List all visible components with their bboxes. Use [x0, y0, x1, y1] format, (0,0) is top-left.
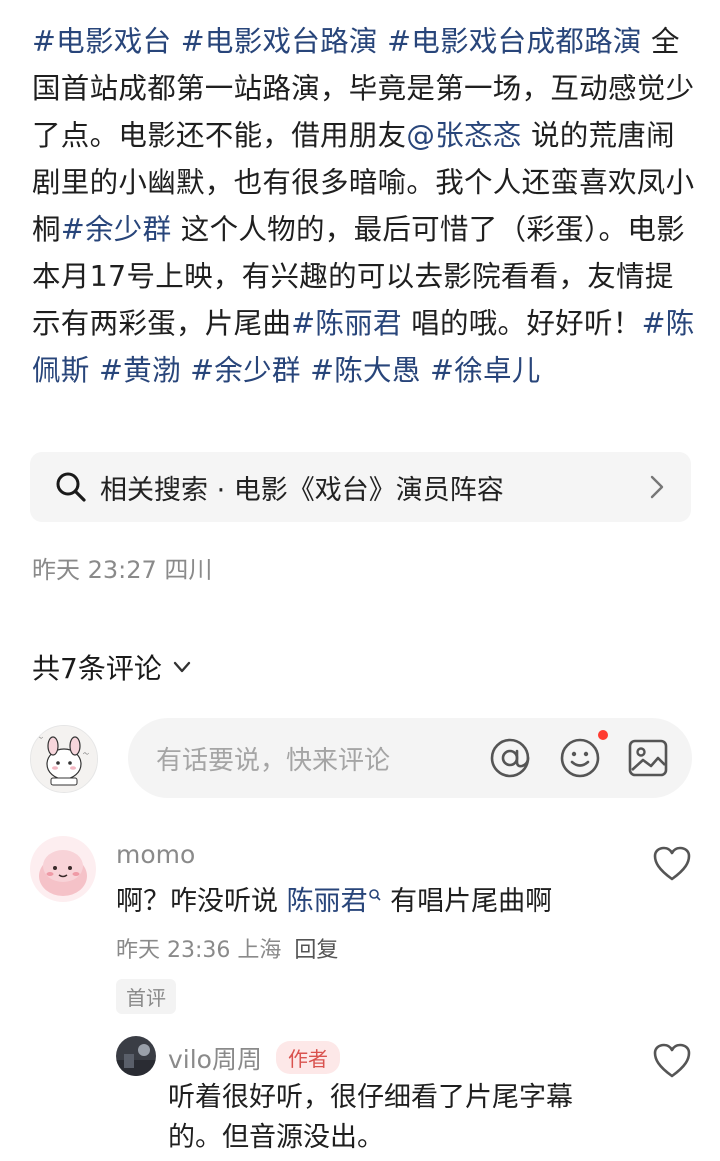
like-heart-icon[interactable] [652, 845, 692, 883]
hashtag-link[interactable]: #黄渤 [99, 354, 181, 387]
first-comment-badge: 首评 [116, 979, 176, 1014]
comment-input-placeholder: 有话要说，快来评论 [156, 746, 391, 776]
mention-link-chen-lijun[interactable]: 陈丽君 [287, 886, 368, 917]
chevron-down-icon [173, 661, 191, 673]
svg-text:～: ～ [83, 751, 89, 758]
related-search-card[interactable]: 相关搜索 · 电影《戏台》演员阵容 [30, 452, 691, 522]
related-search-label: 相关搜索 · 电影《戏台》演员阵容 [100, 474, 504, 506]
post-text [421, 354, 430, 387]
comment-input[interactable]: 有话要说，快来评论 [128, 718, 692, 798]
hashtag-link[interactable]: #余少群 [190, 354, 301, 387]
author-badge: 作者 [276, 1041, 340, 1074]
commenter-avatar-vilo[interactable] [116, 1036, 156, 1076]
comment-text: 啊？咋没听说 陈丽君 有唱片尾曲啊 [116, 882, 552, 922]
notification-dot [598, 730, 608, 740]
comment-time: 昨天 23:36 [116, 938, 231, 963]
reply-text: 听着很好听，很仔细看了片尾字幕 的。但音源没出。 [168, 1078, 573, 1158]
hashtag-link[interactable]: #电影戏台路演 [181, 25, 378, 58]
hashtag-link[interactable]: #徐卓儿 [430, 354, 541, 387]
current-user-avatar[interactable]: ～ ～ [30, 725, 98, 793]
post-meta: 昨天 23:27 四川 [32, 556, 213, 584]
post-body: #电影戏台 #电影戏台路演 #电影戏台成都路演 全国首站成都第一站路演，毕竟是第… [32, 18, 700, 394]
comment-text-suffix: 有唱片尾曲啊 [381, 886, 553, 917]
post-text [378, 25, 387, 58]
reply-text-line-2: 的。但音源没出。 [168, 1122, 384, 1153]
comment-meta: 昨天 23:36 上海 回复 [116, 932, 338, 964]
post-text: 唱的哦。好好听！ [401, 307, 642, 340]
reply-text-line-1: 听着很好听，很仔细看了片尾字幕 [168, 1082, 573, 1113]
chevron-right-icon [650, 475, 664, 499]
comment-count-label: 共7条评论 [32, 652, 162, 685]
post-text [181, 354, 190, 387]
hashtag-link[interactable]: #电影戏台成都路演 [387, 25, 642, 58]
comment-text-prefix: 啊？咋没听说 [116, 886, 287, 917]
comment-location: 上海 [237, 938, 282, 963]
reply-button[interactable]: 回复 [294, 938, 338, 963]
hashtag-link[interactable]: #陈大愚 [310, 354, 421, 387]
search-icon [56, 472, 86, 502]
hashtag-link[interactable]: #电影戏台 [32, 25, 171, 58]
commenter-avatar-momo[interactable] [30, 836, 96, 902]
commenter-name[interactable]: vilo周周 [168, 1040, 262, 1076]
post-text [171, 25, 180, 58]
image-icon[interactable] [626, 736, 670, 780]
post-text [90, 354, 99, 387]
svg-text:～: ～ [37, 735, 43, 742]
commenter-name[interactable]: momo [116, 840, 195, 869]
hashtag-link[interactable]: #陈丽君 [291, 307, 402, 340]
emoji-icon[interactable] [558, 736, 602, 780]
mention-link[interactable]: @张忞忞 [406, 119, 521, 152]
post-text [301, 354, 310, 387]
like-heart-icon[interactable] [652, 1042, 692, 1080]
hashtag-link[interactable]: #余少群 [61, 213, 172, 246]
at-icon[interactable] [488, 736, 532, 780]
comment-count-dropdown[interactable]: 共7条评论 [32, 647, 192, 687]
search-small-icon [368, 889, 381, 901]
